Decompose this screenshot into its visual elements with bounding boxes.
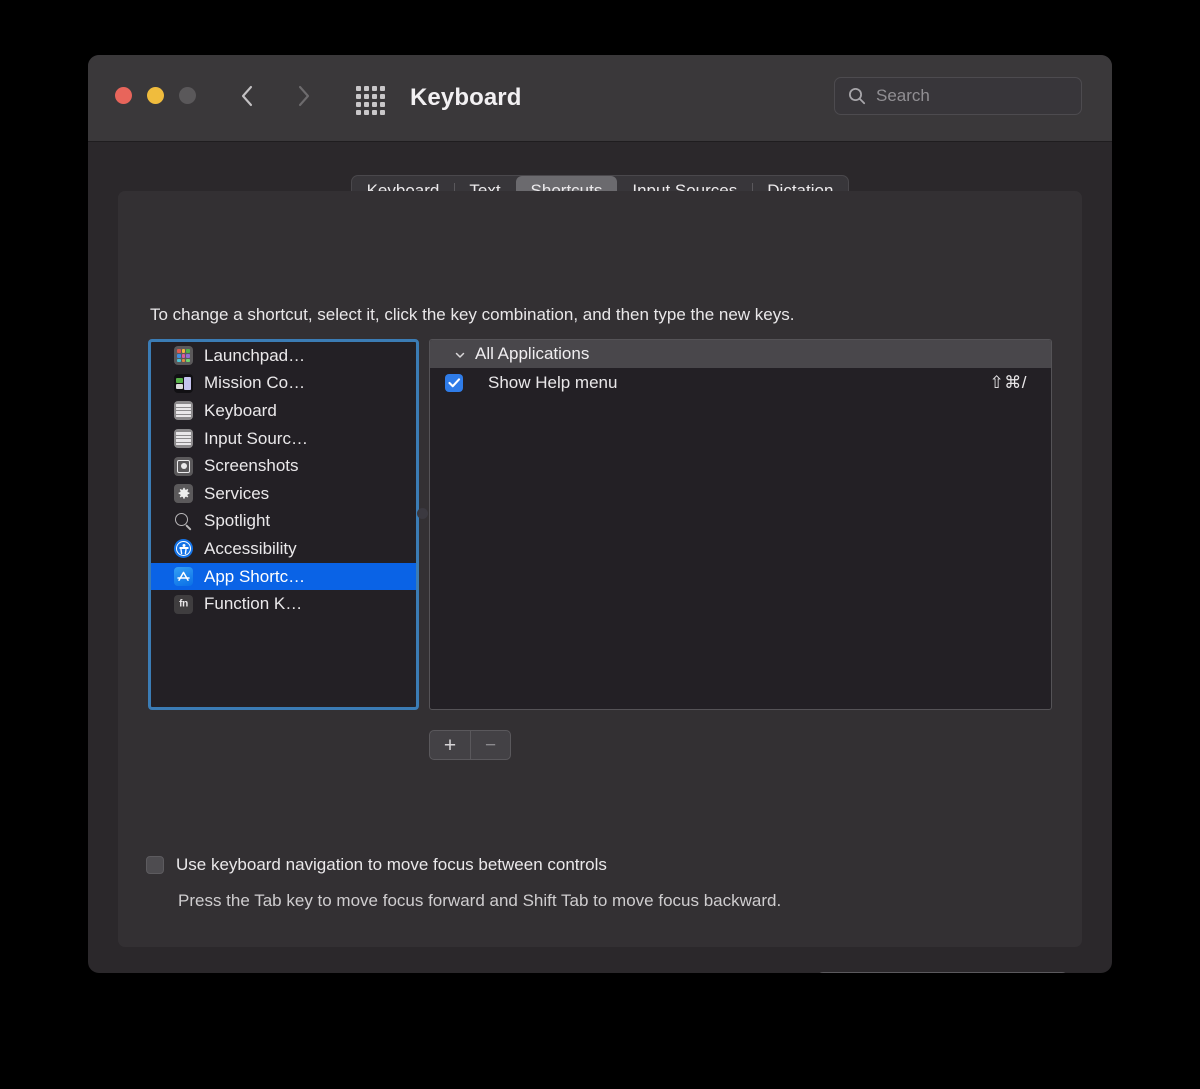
mission-control-icon xyxy=(174,374,193,393)
shortcut-enabled-checkbox[interactable] xyxy=(445,374,463,392)
split-resize-handle[interactable] xyxy=(417,508,428,519)
add-remove-buttons: + − xyxy=(429,730,511,760)
sidebar-item-input-sources[interactable]: Input Sourc… xyxy=(151,425,416,453)
app-store-icon xyxy=(174,567,193,586)
shortcuts-table: All Applications Show Help menu ⇧⌘/ xyxy=(429,339,1052,710)
zoom-button[interactable] xyxy=(179,87,196,104)
shortcut-group-header[interactable]: All Applications xyxy=(430,340,1051,368)
keyboard-navigation-row[interactable]: Use keyboard navigation to move focus be… xyxy=(146,855,607,875)
accessibility-icon xyxy=(174,539,193,558)
sidebar-item-label: Keyboard xyxy=(204,401,277,421)
spotlight-magnifier-icon xyxy=(174,512,193,531)
services-gear-icon xyxy=(174,484,193,503)
sidebar-item-accessibility[interactable]: Accessibility xyxy=(151,535,416,563)
instruction-text: To change a shortcut, select it, click t… xyxy=(150,305,794,325)
set-up-bluetooth-keyboard-button[interactable]: Set Up Bluetooth Keyboard… xyxy=(817,972,1068,973)
sidebar-item-app-shortcuts[interactable]: App Shortc… xyxy=(151,563,416,591)
sidebar-item-function-keys[interactable]: fn Function K… xyxy=(151,590,416,618)
screenshots-icon xyxy=(174,457,193,476)
input-sources-icon xyxy=(174,429,193,448)
sidebar-item-keyboard[interactable]: Keyboard xyxy=(151,397,416,425)
sidebar-item-services[interactable]: Services xyxy=(151,480,416,508)
shortcut-group-label: All Applications xyxy=(475,344,589,364)
add-shortcut-button[interactable]: + xyxy=(430,731,470,759)
remove-shortcut-button[interactable]: − xyxy=(470,731,510,759)
sidebar-item-spotlight[interactable]: Spotlight xyxy=(151,508,416,536)
keyboard-navigation-description: Press the Tab key to move focus forward … xyxy=(178,891,781,911)
navigation-arrows xyxy=(236,83,315,109)
all-preferences-grid-icon[interactable] xyxy=(356,87,392,113)
sidebar-item-label: Mission Co… xyxy=(204,373,305,393)
system-preferences-window: Keyboard Keyboard Text Shortcuts Input S… xyxy=(88,55,1112,973)
sidebar-item-label: Launchpad… xyxy=(204,346,305,366)
back-chevron-icon[interactable] xyxy=(236,83,258,109)
forward-chevron-icon[interactable] xyxy=(293,83,315,109)
keyboard-icon xyxy=(174,401,193,420)
sidebar-item-label: Services xyxy=(204,484,269,504)
close-button[interactable] xyxy=(115,87,132,104)
page-title: Keyboard xyxy=(410,84,522,112)
sidebar-item-label: Spotlight xyxy=(204,511,270,531)
shortcut-name: Show Help menu xyxy=(488,373,990,393)
search-field[interactable] xyxy=(834,77,1082,115)
keyboard-navigation-checkbox[interactable] xyxy=(146,856,164,874)
fn-key-icon: fn xyxy=(174,595,193,614)
sidebar-item-label: Input Sourc… xyxy=(204,429,308,449)
shortcuts-panel: To change a shortcut, select it, click t… xyxy=(118,191,1082,947)
traffic-light-buttons xyxy=(115,87,196,104)
shortcut-category-list[interactable]: Launchpad… Mission Co… Keyboard Input So… xyxy=(148,339,419,710)
window-titlebar: Keyboard xyxy=(88,55,1112,142)
sidebar-item-label: Function K… xyxy=(204,594,302,614)
table-row[interactable]: Show Help menu ⇧⌘/ xyxy=(430,368,1051,398)
sidebar-item-label: Screenshots xyxy=(204,456,299,476)
search-icon xyxy=(847,86,867,106)
sidebar-item-label: App Shortc… xyxy=(204,567,305,587)
chevron-down-icon[interactable] xyxy=(454,348,466,360)
search-input[interactable] xyxy=(876,86,1066,106)
sidebar-item-screenshots[interactable]: Screenshots xyxy=(151,452,416,480)
sidebar-item-launchpad[interactable]: Launchpad… xyxy=(151,342,416,370)
sidebar-item-label: Accessibility xyxy=(204,539,297,559)
minimize-button[interactable] xyxy=(147,87,164,104)
sidebar-item-mission-control[interactable]: Mission Co… xyxy=(151,370,416,398)
launchpad-icon xyxy=(174,346,193,365)
shortcut-key-combination[interactable]: ⇧⌘/ xyxy=(990,373,1027,393)
keyboard-navigation-label: Use keyboard navigation to move focus be… xyxy=(176,855,607,875)
